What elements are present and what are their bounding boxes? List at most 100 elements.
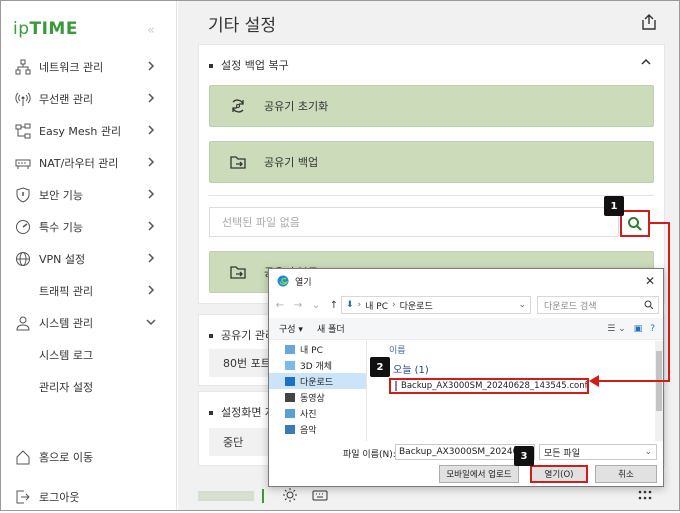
sidebar-subitem-system-log[interactable]: 시스템 로그 — [1, 339, 177, 371]
cancel-button[interactable]: 취소 — [595, 465, 657, 483]
pc-icon — [285, 344, 295, 354]
arrow-head-icon — [589, 375, 599, 387]
column-header-name[interactable]: 이름 — [389, 341, 406, 357]
mesh-icon — [13, 121, 33, 141]
help-icon[interactable]: ? — [650, 324, 655, 334]
arrow-segment — [596, 380, 670, 382]
network-icon — [13, 57, 33, 77]
sidebar-item-nat-router[interactable]: NAT/라우터 관리 — [1, 147, 177, 179]
tree-item-this-pc[interactable]: 내 PC — [269, 341, 366, 357]
close-icon[interactable]: ✕ — [645, 274, 655, 288]
new-folder-button[interactable]: 새 폴더 — [317, 322, 345, 335]
picture-icon — [285, 408, 295, 418]
sidebar: ipTIME « 네트워크 관리 무선랜 관리 Easy Mesh 관리 NAT… — [1, 1, 177, 510]
page-title: 기타 설정 — [208, 16, 276, 36]
sidebar-item-wireless[interactable]: 무선랜 관리 — [1, 83, 177, 115]
sidebar-item-network[interactable]: 네트워크 관리 — [1, 51, 177, 83]
admin-icon — [13, 313, 33, 333]
brightness-icon[interactable] — [282, 487, 298, 503]
globe-icon — [13, 249, 33, 269]
music-icon — [285, 424, 295, 434]
folder-arrow-icon — [228, 152, 248, 172]
sidebar-item-vpn[interactable]: VPN 설정 — [1, 243, 177, 275]
address-bar[interactable]: ⬇ › 내 PC › 다운로드 ⌄ — [341, 296, 531, 314]
chevron-right-icon — [148, 189, 155, 199]
sidebar-item-label: 트래픽 관리 — [39, 285, 94, 298]
footer-bar — [198, 487, 665, 507]
breadcrumb-item[interactable]: 다운로드 — [400, 299, 433, 312]
file-open-dialog: 열기 ✕ ← → ⌄ ↑ ⬇ › 내 PC › 다운로드 ⌄ 다운로드 검색 구… — [268, 268, 664, 487]
file-list: 이름 오늘 (1) Backup_AX3000SM_20240628_14354… — [369, 341, 657, 441]
sidebar-item-label: 무선랜 관리 — [39, 93, 94, 106]
step-badge-2: 2 — [370, 357, 390, 377]
section-heading: 공유기 관리 — [209, 327, 275, 343]
folder-search-input[interactable]: 다운로드 검색 — [537, 296, 659, 314]
dialog-toolbar: 구성 ▾ 새 폴더 ☰ ⌄ ▣ ? — [269, 318, 663, 340]
group-header-today[interactable]: 오늘 (1) — [393, 361, 429, 376]
view-options-icon[interactable]: ☰ ⌄ — [607, 324, 625, 334]
sidebar-item-label: VPN 설정 — [39, 253, 86, 266]
sidebar-nav: 네트워크 관리 무선랜 관리 Easy Mesh 관리 NAT/라우터 관리 보… — [1, 51, 177, 403]
shield-icon — [13, 185, 33, 205]
backup-restore-card: 설정 백업 복구 공유기 초기화 공유기 백업 선택된 파일 없음 공유기 복구 — [198, 44, 665, 304]
home-link-row: 홈으로 이동 — [1, 441, 177, 473]
open-button[interactable]: 열기(O) — [530, 465, 588, 483]
back-arrow-icon[interactable]: ← — [273, 300, 287, 311]
logout-link-row: 로그아웃 — [1, 481, 177, 513]
tree-item-music[interactable]: 음악 — [269, 421, 366, 437]
upload-from-mobile-button[interactable]: 모바일에서 업로드 — [439, 465, 519, 483]
chevron-right-icon — [148, 157, 155, 167]
collapse-sidebar-icon[interactable]: « — [147, 23, 155, 38]
sidebar-item-label: Easy Mesh 관리 — [39, 125, 122, 138]
chevron-right-icon — [148, 253, 155, 263]
preview-pane-icon[interactable]: ▣ — [634, 324, 643, 334]
chevron-up-icon[interactable] — [640, 57, 652, 67]
vertical-scrollbar[interactable] — [655, 341, 663, 441]
tree-item-downloads[interactable]: 다운로드 — [269, 373, 366, 389]
search-icon — [644, 300, 654, 310]
recent-chevron-icon[interactable]: ⌄ — [309, 300, 323, 311]
step-badge-1: 1 — [604, 196, 624, 216]
share-icon[interactable] — [640, 13, 658, 31]
section-heading: 설정화면 자 — [209, 404, 275, 420]
sidebar-item-special[interactable]: 특수 기능 — [1, 211, 177, 243]
up-arrow-icon[interactable]: ↑ — [327, 300, 341, 311]
sidebar-item-easymesh[interactable]: Easy Mesh 관리 — [1, 115, 177, 147]
sidebar-subitem-admin-settings[interactable]: 관리자 설정 — [1, 371, 177, 403]
tree-item-pictures[interactable]: 사진 — [269, 405, 366, 421]
factory-reset-button[interactable]: 공유기 초기화 — [209, 85, 654, 127]
search-icon — [628, 216, 642, 231]
sidebar-item-traffic[interactable]: 트래픽 관리 — [1, 275, 177, 307]
sidebar-item-security[interactable]: 보안 기능 — [1, 179, 177, 211]
keyboard-icon[interactable] — [312, 487, 328, 503]
logout-link[interactable]: 로그아웃 — [1, 481, 177, 513]
edge-browser-icon — [277, 275, 289, 287]
file-search-button[interactable] — [620, 210, 650, 237]
file-item-backup-config[interactable]: Backup_AX3000SM_20240628_143545.config — [389, 378, 589, 394]
chevron-right-icon — [148, 61, 155, 71]
logout-label: 로그아웃 — [39, 491, 80, 504]
organize-menu[interactable]: 구성 ▾ — [279, 322, 303, 335]
forward-arrow-icon[interactable]: → — [291, 300, 305, 311]
backup-button[interactable]: 공유기 백업 — [209, 141, 654, 183]
chevron-right-icon — [148, 93, 155, 103]
download-arrow-icon: ⬇ — [346, 300, 354, 310]
separator — [262, 489, 264, 503]
file-path-input[interactable]: 선택된 파일 없음 — [209, 207, 619, 237]
breadcrumb-item[interactable]: 내 PC — [365, 299, 388, 312]
sidebar-item-system[interactable]: 시스템 관리 — [1, 307, 177, 339]
dialog-title: 열기 — [295, 277, 312, 288]
tree-item-3d-objects[interactable]: 3D 개체 — [269, 357, 366, 373]
sidebar-item-label: NAT/라우터 관리 — [39, 157, 119, 170]
filename-row: 파일 이름(N): Backup_AX3000SM_20240628_14354… — [269, 443, 663, 461]
sidebar-item-label: 특수 기능 — [39, 221, 83, 234]
grip-icon[interactable] — [638, 489, 652, 501]
section-heading: 설정 백업 복구 — [209, 57, 289, 73]
tree-item-videos[interactable]: 동영상 — [269, 389, 366, 405]
file-type-select[interactable]: 모든 파일 ⌄ — [539, 444, 657, 460]
folder-arrow-icon — [228, 262, 248, 282]
home-link[interactable]: 홈으로 이동 — [1, 441, 177, 473]
sidebar-item-label: 시스템 관리 — [39, 317, 94, 330]
address-row: ← → ⌄ ↑ ⬇ › 내 PC › 다운로드 ⌄ 다운로드 검색 — [269, 294, 663, 316]
filename-label: 파일 이름(N): — [343, 450, 396, 460]
